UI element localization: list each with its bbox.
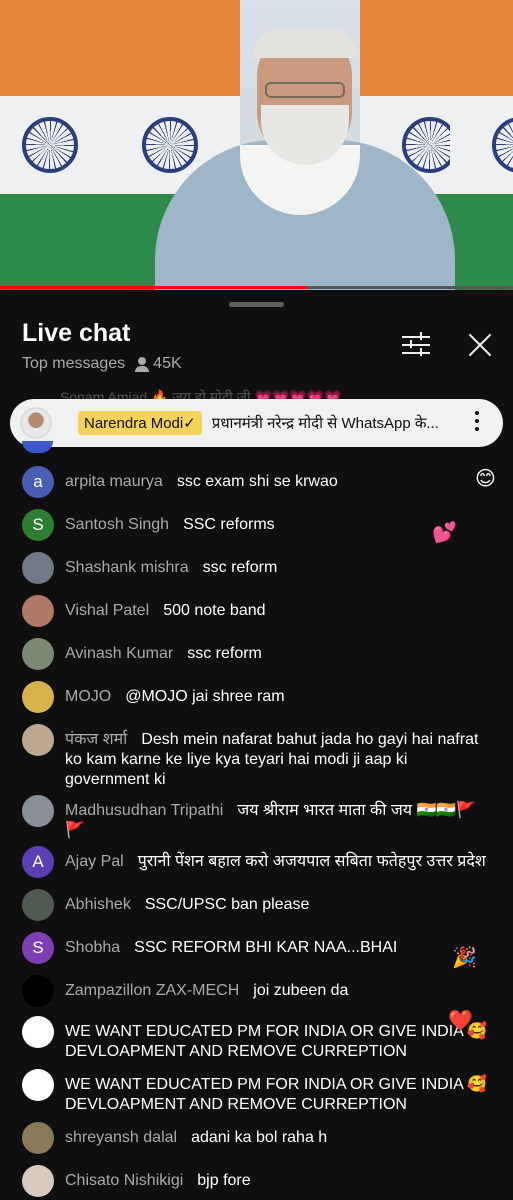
- message-content: MOJO @MOJO jai shree ram: [65, 687, 490, 707]
- live-chat-panel: Live chat Top messages 45K Sonam Amjad 🔥…: [0, 292, 513, 1200]
- more-options-icon[interactable]: [475, 411, 479, 433]
- message-content: shreyansh dalal adani ka bol raha h: [65, 1128, 490, 1148]
- video-progress-bar[interactable]: [0, 286, 513, 289]
- avatar[interactable]: [22, 552, 54, 584]
- top-messages-label: Top messages: [22, 355, 126, 372]
- message-content: Shashank mishra ssc reform: [65, 558, 490, 578]
- message-text: WE WANT EDUCATED PM FOR INDIA OR GIVE IN…: [65, 1023, 488, 1060]
- message-text: SSC/UPSC ban please: [144, 896, 310, 913]
- floating-reaction-emoji: 🎉: [452, 947, 477, 969]
- message-author[interactable]: Madhusudhan Tripathi: [65, 802, 223, 819]
- message-author[interactable]: MOJO: [65, 688, 111, 705]
- message-text: Desh mein nafarat bahut jada ho gayi hai…: [65, 731, 479, 788]
- message-content: Avinash Kumar ssc reform: [65, 644, 490, 664]
- avatar[interactable]: [22, 1165, 54, 1197]
- floating-reaction-emoji: 😊: [475, 468, 496, 490]
- avatar[interactable]: [22, 681, 54, 713]
- avatar: [20, 407, 52, 439]
- speaker-image: [145, 10, 465, 290]
- avatar[interactable]: A: [22, 846, 54, 878]
- avatar[interactable]: [22, 595, 54, 627]
- message-author[interactable]: Vishal Patel: [65, 602, 149, 619]
- pinned-author-badge: Narendra Modi✓: [78, 411, 202, 435]
- video-player[interactable]: [0, 0, 513, 290]
- avatar[interactable]: S: [22, 509, 54, 541]
- avatar[interactable]: [22, 795, 54, 827]
- message-content: Vishal Patel 500 note band: [65, 601, 490, 621]
- message-text: SSC reforms: [183, 516, 275, 533]
- message-content: Ajay Pal पुरानी पेंशन बहाल करो अजयपाल सबि…: [65, 852, 490, 872]
- avatar[interactable]: [22, 889, 54, 921]
- avatar[interactable]: [22, 1069, 54, 1101]
- message-author[interactable]: Shashank mishra: [65, 559, 189, 576]
- message-author[interactable]: Shobha: [65, 939, 120, 956]
- message-content: WE WANT EDUCATED PM FOR INDIA OR GIVE IN…: [65, 1075, 490, 1115]
- message-author[interactable]: Chisato Nishikigi: [65, 1172, 183, 1189]
- message-author[interactable]: Abhishek: [65, 896, 131, 913]
- message-author[interactable]: Avinash Kumar: [65, 645, 173, 662]
- message-content: Madhusudhan Tripathi जय श्रीराम भारत माता…: [65, 801, 490, 841]
- viewer-count: 45K: [135, 355, 182, 373]
- message-content: Chisato Nishikigi bjp fore: [65, 1171, 490, 1191]
- close-icon[interactable]: [466, 332, 494, 360]
- message-text: ssc reform: [202, 559, 278, 576]
- message-author[interactable]: shreyansh dalal: [65, 1129, 177, 1146]
- message-content: Zampazillon ZAX-MECH joi zubeen da: [65, 981, 490, 1001]
- message-author[interactable]: Zampazillon ZAX-MECH: [65, 982, 239, 999]
- avatar[interactable]: S: [22, 932, 54, 964]
- pinned-text: प्रधानमंत्री नरेन्द्र मोदी से WhatsApp क…: [211, 415, 439, 432]
- avatar[interactable]: [22, 1016, 54, 1048]
- avatar[interactable]: [22, 975, 54, 1007]
- person-icon: [135, 357, 150, 372]
- message-author[interactable]: पंकज शर्मा: [65, 731, 127, 748]
- avatar[interactable]: [22, 638, 54, 670]
- message-content: Abhishek SSC/UPSC ban please: [65, 895, 490, 915]
- avatar: [22, 441, 53, 453]
- message-text: पुरानी पेंशन बहाल करो अजयपाल सबिता फतेहप…: [137, 853, 486, 870]
- message-text: bjp fore: [197, 1172, 251, 1189]
- message-text: adani ka bol raha h: [191, 1129, 328, 1146]
- message-content: Santosh Singh SSC reforms: [65, 515, 490, 535]
- message-text: ssc exam shi se krwao: [176, 473, 338, 490]
- viewer-count-value: 45K: [153, 355, 182, 372]
- message-text: @MOJO jai shree ram: [125, 688, 285, 705]
- message-author[interactable]: arpita maurya: [65, 473, 163, 490]
- message-text: joi zubeen da: [253, 982, 349, 999]
- message-text: WE WANT EDUCATED PM FOR INDIA OR GIVE IN…: [65, 1076, 488, 1113]
- message-content: WE WANT EDUCATED PM FOR INDIA OR GIVE IN…: [65, 1022, 490, 1062]
- floating-reaction-emoji: 💕: [432, 522, 457, 544]
- message-author[interactable]: Santosh Singh: [65, 516, 169, 533]
- avatar[interactable]: [22, 1122, 54, 1154]
- pinned-message[interactable]: Narendra Modi✓ प्रधानमंत्री नरेन्द्र मोद…: [10, 399, 503, 447]
- floating-reaction-emoji: ❤️: [448, 1010, 473, 1032]
- chat-title: Live chat: [22, 319, 131, 347]
- avatar[interactable]: [22, 724, 54, 756]
- message-content: Shobha SSC REFORM BHI KAR NAA...BHAI: [65, 938, 490, 958]
- filter-settings-icon[interactable]: [402, 332, 432, 358]
- message-content: arpita maurya ssc exam shi se krwao: [65, 472, 490, 492]
- message-author[interactable]: Ajay Pal: [65, 853, 124, 870]
- chat-subtitle[interactable]: Top messages 45K: [22, 355, 182, 373]
- message-text: 500 note band: [163, 602, 266, 619]
- message-text: SSC REFORM BHI KAR NAA...BHAI: [134, 939, 398, 956]
- message-text: ssc reform: [187, 645, 262, 662]
- message-content: पंकज शर्मा Desh mein nafarat bahut jada h…: [65, 730, 490, 790]
- drag-handle[interactable]: [229, 302, 284, 307]
- avatar[interactable]: a: [22, 466, 54, 498]
